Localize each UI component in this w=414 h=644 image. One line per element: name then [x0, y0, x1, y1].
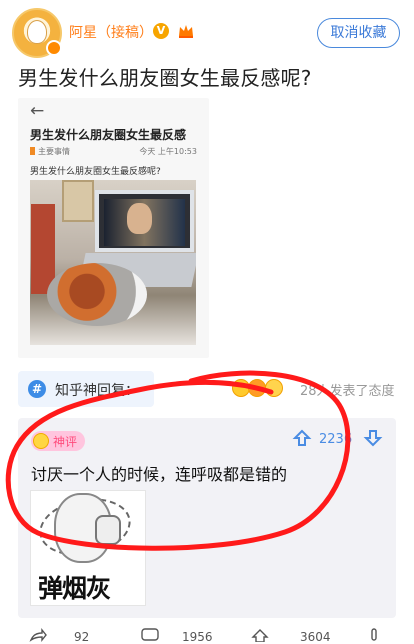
hot-comment-label: 神评 [53, 435, 78, 449]
upvote-icon[interactable] [292, 428, 312, 448]
share-count: 92 [74, 630, 90, 644]
hot-comment-badge: 神评 [31, 431, 85, 451]
share-icon[interactable] [28, 628, 48, 642]
hot-comment-card[interactable]: 神评 2236 讨厌一个人的时候，连呼吸都是错的 弹烟灰 [18, 418, 396, 618]
laptop-shape [95, 190, 194, 252]
tin-shape [62, 180, 94, 222]
hash-icon: # [28, 380, 46, 398]
embedded-screenshot[interactable]: ← 男生发什么朋友圈女生最反感 主要事情 今天 上午10:53 男生发什么朋友圈… [18, 98, 209, 358]
avatar-face-icon [27, 20, 47, 44]
screenshot-topic: 主要事情 [30, 146, 70, 157]
downvote-icon[interactable] [363, 428, 383, 448]
meme-caption: 弹烟灰 [38, 574, 111, 603]
person-head-shape [127, 203, 152, 234]
like-count: 3604 [300, 630, 331, 644]
comment-icon[interactable] [140, 628, 160, 642]
verified-orange-icon [46, 40, 62, 56]
discussion-row: # 知乎神回复： 28人发表了态度 [18, 371, 396, 407]
verified-badge: V [153, 23, 169, 39]
zhihu-label: 知乎神回复： [55, 383, 139, 399]
food-plate [47, 263, 147, 326]
smile-emoji-icon [265, 379, 283, 397]
crown-icon [179, 25, 193, 38]
comment-count: 1956 [182, 630, 213, 644]
bottom-action-bar: 92 1956 3604 [0, 628, 414, 644]
post-title: 男生发什么朋友圈女生最反感呢? [18, 66, 312, 90]
meme-image[interactable]: 弹烟灰 [30, 490, 146, 606]
unfollow-button[interactable]: 取消收藏 [317, 18, 400, 48]
screenshot-question: 男生发什么朋友圈女生最反感呢? [30, 167, 161, 177]
topic-pin-icon [30, 147, 35, 155]
meme-hand-icon [95, 515, 121, 545]
zhihu-tag[interactable]: # 知乎神回复： [18, 371, 154, 407]
screenshot-time: 今天 上午10:53 [139, 147, 197, 156]
back-arrow-icon: ← [30, 101, 45, 121]
screenshot-title: 男生发什么朋友圈女生最反感 [30, 128, 187, 142]
post-header: 阿星（接稿） V 取消收藏 [0, 0, 414, 62]
more-icon[interactable] [364, 628, 384, 642]
comment-text: 讨厌一个人的时候，连呼吸都是错的 [31, 465, 288, 484]
like-icon[interactable] [250, 628, 270, 642]
reaction-count[interactable]: 28人发表了态度 [300, 380, 395, 399]
comment-like-count: 2236 [319, 432, 353, 447]
heart-eyes-emoji-icon [248, 379, 266, 397]
photo[interactable] [30, 180, 196, 345]
screenshot-topic-label: 主要事情 [38, 147, 70, 156]
smile-badge-icon [33, 433, 49, 449]
avatar[interactable] [12, 8, 62, 58]
username[interactable]: 阿星（接稿） [69, 22, 153, 42]
